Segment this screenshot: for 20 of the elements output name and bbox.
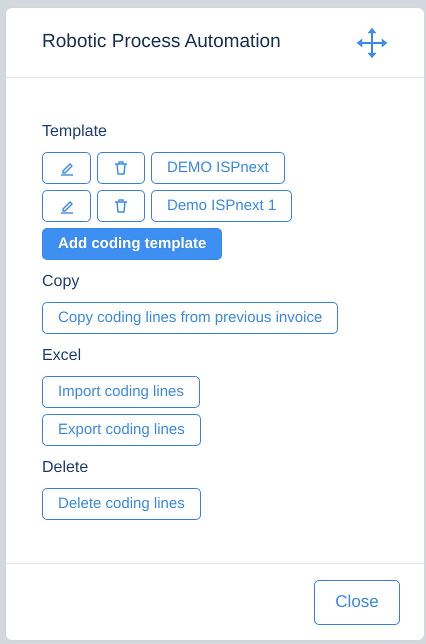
delete-button[interactable] xyxy=(97,152,145,184)
template-button[interactable]: Demo ISPnext 1 xyxy=(151,190,292,222)
trash-icon xyxy=(113,198,129,214)
edit-button[interactable] xyxy=(42,190,91,222)
edit-button[interactable] xyxy=(42,152,91,184)
delete-button[interactable] xyxy=(97,190,145,222)
close-button[interactable]: Close xyxy=(314,580,400,624)
action-button[interactable]: Delete coding lines xyxy=(42,488,201,520)
move-icon[interactable] xyxy=(356,26,388,58)
section-heading: Copy xyxy=(42,272,80,292)
section-heading: Excel xyxy=(42,346,82,366)
action-button[interactable]: Import coding lines xyxy=(42,376,200,408)
section-heading: Template xyxy=(42,122,108,142)
add-template-button[interactable]: Add coding template xyxy=(42,228,222,260)
trash-icon xyxy=(113,160,129,176)
dialog-title: Robotic Process Automation xyxy=(42,30,281,54)
template-button[interactable]: DEMO ISPnext xyxy=(151,152,285,184)
action-button[interactable]: Export coding lines xyxy=(42,414,201,446)
action-button[interactable]: Copy coding lines from previous invoice xyxy=(42,302,338,334)
section-heading: Delete xyxy=(42,458,90,478)
